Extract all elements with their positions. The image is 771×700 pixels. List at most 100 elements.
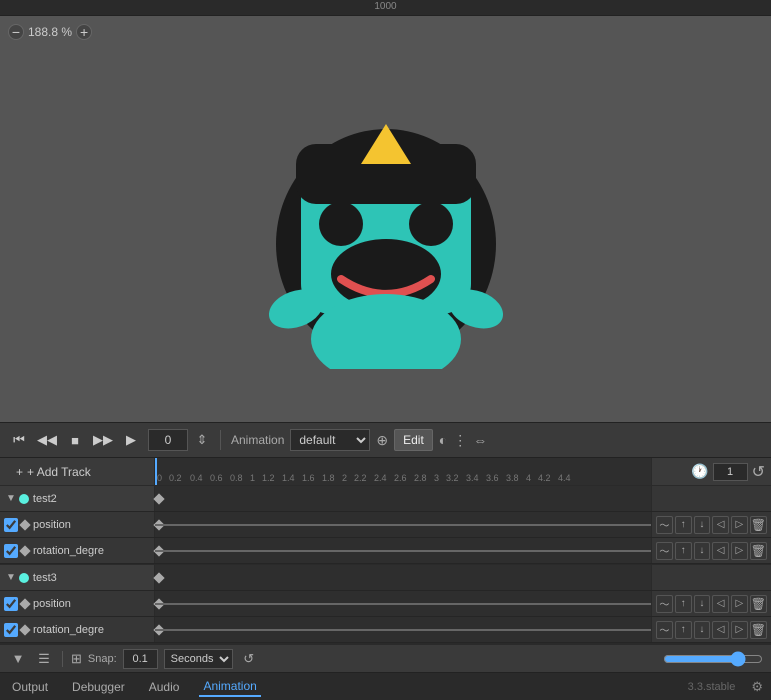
animation-add-icon[interactable]: ⊕ (376, 432, 388, 449)
down-btn-test2-rotation[interactable]: ↓ (694, 542, 711, 560)
step-back-button[interactable]: ◀◀ (36, 429, 58, 451)
clock-icon[interactable]: 🕐 (691, 463, 708, 480)
more-options-icon[interactable]: ⋮ (453, 432, 467, 449)
skip-to-start-button[interactable]: ⏮ (8, 429, 30, 451)
track-expand-icon-test3[interactable]: ▼ (6, 572, 16, 583)
track-timeline-test3-rotation[interactable] (155, 617, 651, 642)
next-key-btn-test3-rotation[interactable]: ▷ (731, 621, 748, 639)
playback-bar: ⏮ ◀◀ ■ ▶▶ ▶ ⇕ Animation default ⊕ Edit ◐… (0, 422, 771, 458)
track-controls-test2-position: 〜 ↑ ↓ ◁ ▷ 🗑 (651, 512, 771, 537)
keyframe-test3[interactable] (153, 572, 164, 583)
delete-btn-test3-position[interactable]: 🗑 (750, 595, 767, 613)
frame-input[interactable] (148, 429, 188, 451)
loop-icon[interactable]: ↺ (752, 462, 765, 482)
snap-label: Snap: (88, 653, 117, 665)
track-line-test2-rotation (155, 550, 651, 552)
delete-btn-test2-position[interactable]: 🗑 (750, 516, 767, 534)
track-timeline-test2-position[interactable] (155, 512, 651, 537)
layout-icon[interactable]: ⇔ (473, 432, 487, 448)
delete-btn-test3-rotation[interactable]: 🗑 (750, 621, 767, 639)
marker-04: 0.4 (190, 473, 203, 483)
prev-key-btn-test2-rotation[interactable]: ◁ (712, 542, 729, 560)
next-key-btn-test3-position[interactable]: ▷ (731, 595, 748, 613)
add-track-area: + + Add Track (0, 458, 155, 485)
track-controls-test3-rotation: 〜 ↑ ↓ ◁ ▷ 🗑 (651, 617, 771, 642)
up-btn-test3-rotation[interactable]: ↑ (675, 621, 692, 639)
seconds-select[interactable]: Seconds Frames (164, 649, 233, 669)
character-preview (236, 69, 536, 369)
track-name-test2-position: position (33, 519, 150, 531)
timeline: + + Add Track 0 0.2 0.4 0.6 0.8 1 1.2 1.… (0, 458, 771, 672)
track-timeline-test3[interactable] (155, 565, 651, 590)
track-check-test3-rotation[interactable] (4, 623, 18, 637)
curve-btn-test2-rotation[interactable]: 〜 (656, 542, 673, 560)
next-key-btn-test2-rotation[interactable]: ▷ (731, 542, 748, 560)
track-timeline-test2[interactable] (155, 486, 651, 511)
marker-14: 1.4 (282, 473, 295, 483)
tab-animation[interactable]: Animation (199, 677, 260, 697)
filter-button[interactable]: ▼ (8, 649, 28, 669)
next-key-btn-test2-position[interactable]: ▷ (731, 516, 748, 534)
prev-key-btn-test3-position[interactable]: ◁ (712, 595, 729, 613)
zoom-level: 188.8 % (28, 25, 72, 39)
animation-select[interactable]: default (290, 429, 370, 451)
track-info-test3-position: position (0, 591, 155, 616)
curve-btn-test3-position[interactable]: 〜 (656, 595, 673, 613)
track-diamond-test2-rotation (19, 545, 30, 556)
track-check-test2-position[interactable] (4, 518, 18, 532)
list-button[interactable]: ☰ (34, 649, 54, 669)
snap-icon[interactable]: ⊞ (71, 651, 82, 667)
curve-btn-test3-rotation[interactable]: 〜 (656, 621, 673, 639)
tab-audio[interactable]: Audio (145, 678, 184, 696)
timeline-ruler: 0 0.2 0.4 0.6 0.8 1 1.2 1.4 1.6 1.8 2 2.… (155, 458, 651, 485)
tab-output[interactable]: Output (8, 678, 52, 696)
marker-32: 3.2 (446, 473, 459, 483)
timeline-zoom-slider[interactable] (663, 651, 763, 667)
footer-bar: Output Debugger Audio Animation 3.3.stab… (0, 672, 771, 700)
curve-btn-test2-position[interactable]: 〜 (656, 516, 673, 534)
loop-toggle-button[interactable]: ↺ (239, 649, 259, 669)
marker-06: 0.6 (210, 473, 223, 483)
tint-icon[interactable]: ◐ (439, 432, 447, 448)
track-check-test2-rotation[interactable] (4, 544, 18, 558)
edit-button[interactable]: Edit (394, 429, 433, 451)
loop-count-input[interactable] (713, 463, 748, 481)
marker-34: 3.4 (466, 473, 479, 483)
track-info-test2-rotation: rotation_degre (0, 538, 155, 563)
prev-key-btn-test3-rotation[interactable]: ◁ (712, 621, 729, 639)
track-group-header-test3: ▼ test3 (0, 565, 771, 591)
up-btn-test2-position[interactable]: ↑ (675, 516, 692, 534)
up-btn-test2-rotation[interactable]: ↑ (675, 542, 692, 560)
track-check-test3-position[interactable] (4, 597, 18, 611)
add-track-button[interactable]: + + Add Track (8, 458, 163, 485)
marker-44: 4.4 (558, 473, 571, 483)
track-expand-icon[interactable]: ▼ (6, 493, 16, 504)
delete-btn-test2-rotation[interactable]: 🗑 (750, 542, 767, 560)
prev-key-btn-test2-position[interactable]: ◁ (712, 516, 729, 534)
step-forward-button[interactable]: ▶▶ (92, 429, 114, 451)
zoom-plus-button[interactable]: + (76, 24, 92, 40)
track-timeline-test2-rotation[interactable] (155, 538, 651, 563)
frame-arrows-icon[interactable]: ⇕ (194, 432, 210, 448)
marker-22: 2.2 (354, 473, 367, 483)
marker-1: 1 (250, 473, 255, 483)
track-row-test3-rotation: rotation_degre 〜 ↑ ↓ ◁ ▷ 🗑 (0, 617, 771, 643)
footer-settings-icon[interactable]: ⚙ (751, 679, 763, 695)
plus-icon: + (16, 465, 23, 479)
track-group-test3: ▼ test3 position 〜 ↑ ↓ (0, 565, 771, 644)
zoom-minus-button[interactable]: − (8, 24, 24, 40)
track-timeline-test3-position[interactable] (155, 591, 651, 616)
play-button[interactable]: ▶ (120, 429, 142, 451)
tab-debugger[interactable]: Debugger (68, 678, 129, 696)
marker-3: 3 (434, 473, 439, 483)
track-group-header-test2: ▼ test2 (0, 486, 771, 512)
down-btn-test3-position[interactable]: ↓ (694, 595, 711, 613)
up-btn-test3-position[interactable]: ↑ (675, 595, 692, 613)
track-info-test3-rotation: rotation_degre (0, 617, 155, 642)
down-btn-test3-rotation[interactable]: ↓ (694, 621, 711, 639)
marker-24: 2.4 (374, 473, 387, 483)
stop-button[interactable]: ■ (64, 429, 86, 451)
down-btn-test2-position[interactable]: ↓ (694, 516, 711, 534)
keyframe-test2[interactable] (153, 493, 164, 504)
snap-value-input[interactable] (123, 649, 158, 669)
